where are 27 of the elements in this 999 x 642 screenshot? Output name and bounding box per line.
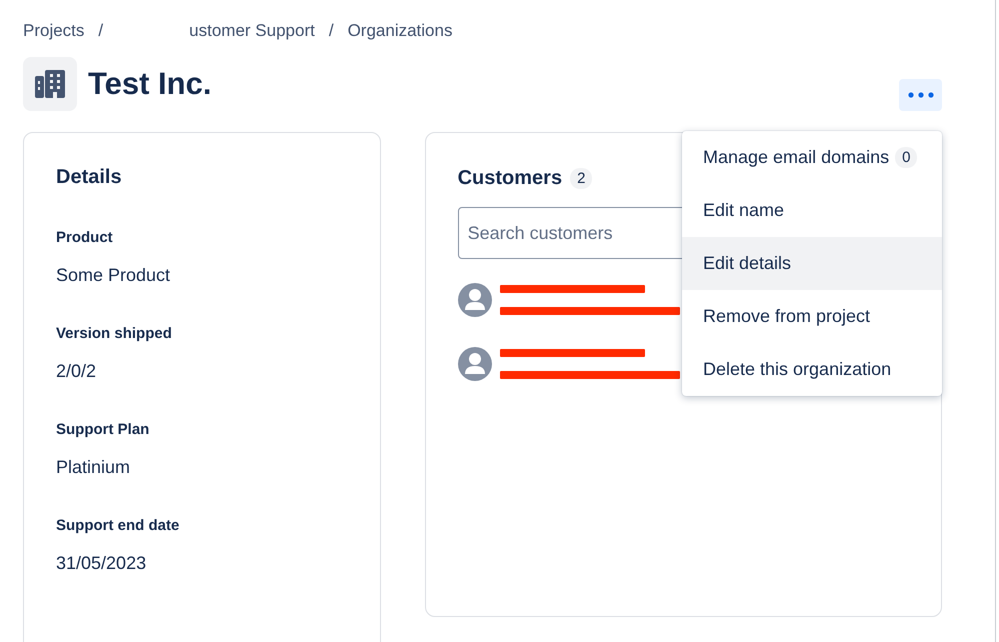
breadcrumb-link[interactable]: Organizations — [348, 21, 452, 41]
field-value: Platinium — [56, 457, 132, 478]
menu-item[interactable]: Edit details — [682, 237, 942, 290]
field-label: Support Plan — [56, 421, 150, 438]
breadcrumb-link[interactable]: Projects — [23, 21, 84, 41]
field-label: Support end date — [56, 517, 180, 534]
field-label: Product — [56, 229, 114, 246]
card-title: Details — [56, 166, 123, 189]
field-value: 31/05/2023 — [56, 553, 148, 574]
menu-item[interactable]: Manage email domains 0 — [682, 131, 942, 184]
more-actions-button[interactable] — [899, 79, 942, 111]
building-icon — [23, 57, 77, 111]
avatar-icon — [458, 283, 492, 317]
breadcrumb-separator: / — [98, 21, 104, 41]
field-label: Version shipped — [56, 325, 173, 342]
count-badge: 0 — [895, 147, 918, 168]
breadcrumb-separator: / — [328, 21, 334, 41]
count-badge: 2 — [570, 168, 592, 189]
breadcrumb-link[interactable]: ustomer Support — [189, 21, 315, 41]
field-value: 2/0/2 — [56, 361, 98, 382]
more-icon — [908, 92, 934, 98]
card-title: Customers — [458, 167, 562, 190]
field-value: Some Product — [56, 265, 172, 286]
menu-item[interactable]: Delete this organization — [682, 343, 942, 396]
menu-item[interactable]: Remove from project — [682, 290, 942, 343]
avatar-icon — [458, 347, 492, 381]
organization-title: Test Inc. — [88, 66, 212, 102]
